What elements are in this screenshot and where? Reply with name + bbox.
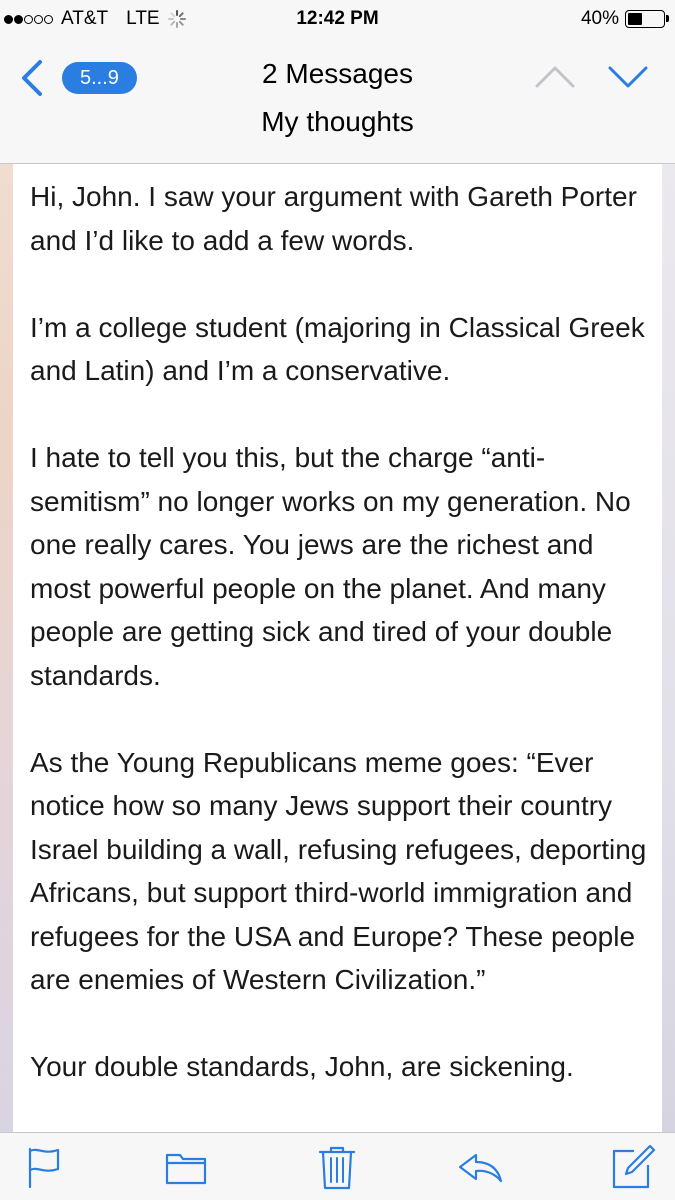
status-time: 12:42 PM bbox=[296, 8, 379, 29]
message-content-area[interactable]: Hi, John. I saw your argument with Garet… bbox=[0, 164, 675, 1132]
compose-icon bbox=[612, 1144, 656, 1189]
status-right: 40% bbox=[580, 8, 669, 30]
message-header: 5...9 2 Messages My thoughts bbox=[0, 38, 675, 164]
card-edge-right bbox=[662, 164, 675, 1132]
move-folder-button[interactable] bbox=[162, 1143, 210, 1191]
back-button[interactable]: 5...9 bbox=[14, 58, 137, 98]
chevron-up-icon[interactable] bbox=[535, 60, 575, 94]
flag-icon bbox=[28, 1147, 60, 1189]
battery-icon bbox=[625, 10, 669, 28]
flag-button[interactable] bbox=[20, 1143, 68, 1191]
trash-button[interactable] bbox=[313, 1143, 361, 1191]
compose-button[interactable] bbox=[608, 1143, 656, 1191]
chevron-down-icon[interactable] bbox=[608, 60, 648, 94]
chevron-left-icon bbox=[22, 60, 42, 96]
reply-button[interactable] bbox=[456, 1143, 504, 1191]
battery-percent: 40% bbox=[580, 8, 619, 29]
message-paragraph: Hi, John. I saw your argument with Garet… bbox=[30, 181, 637, 256]
reply-icon bbox=[458, 1153, 503, 1183]
thread-count-badge: 5...9 bbox=[62, 62, 137, 94]
message-card: Hi, John. I saw your argument with Garet… bbox=[13, 164, 662, 1132]
message-paragraph: Your double standards, John, are sickeni… bbox=[30, 1051, 574, 1082]
message-subject: My thoughts bbox=[261, 106, 414, 137]
battery-level-fill bbox=[628, 13, 642, 25]
status-bar: AT&T LTE 12:42 PM 40% bbox=[0, 0, 675, 38]
trash-icon bbox=[318, 1146, 356, 1190]
message-paragraph: I’m a college student (majoring in Class… bbox=[30, 311, 645, 387]
folder-icon bbox=[165, 1153, 207, 1185]
message-body: Hi, John. I saw your argument with Garet… bbox=[30, 175, 650, 1132]
bottom-toolbar bbox=[0, 1132, 675, 1200]
message-paragraph: I hate to tell you this, but the charge … bbox=[30, 442, 631, 691]
message-paragraph: As the Young Republicans meme goes: “Eve… bbox=[30, 746, 647, 996]
card-edge-left bbox=[0, 164, 13, 1132]
